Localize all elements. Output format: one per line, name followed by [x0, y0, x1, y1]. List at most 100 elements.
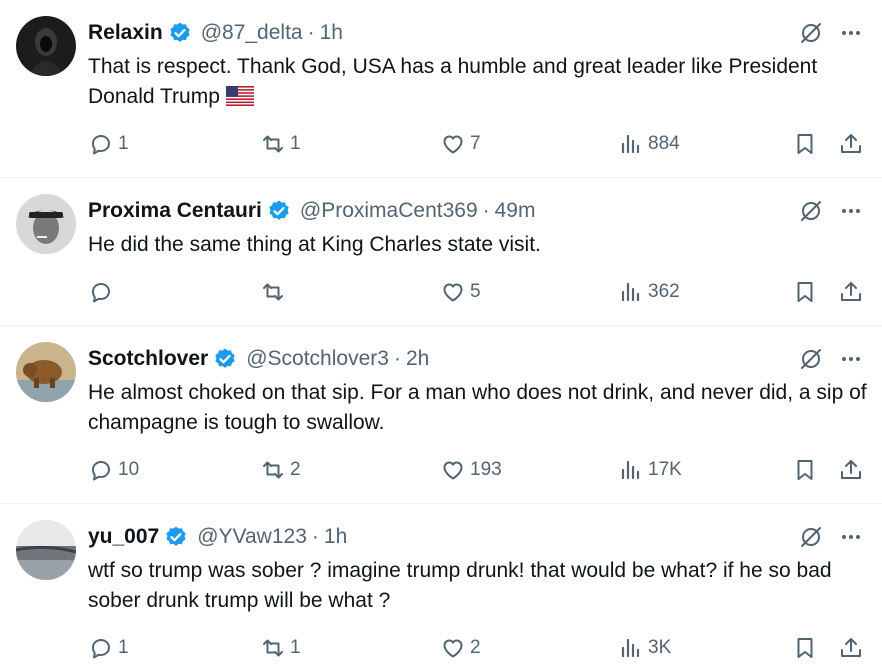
- display-name[interactable]: Proxima Centauri: [88, 199, 262, 223]
- separator-dot: ·: [482, 199, 490, 222]
- like-button[interactable]: 7: [440, 130, 481, 158]
- view-count: 17K: [648, 459, 682, 480]
- user-handle[interactable]: @ProximaCent369: [300, 199, 478, 223]
- reply-button[interactable]: 1: [88, 130, 129, 158]
- tweet-text: wtf so trump was sober ? imagine trump d…: [88, 559, 832, 612]
- retweet-count: 1: [290, 133, 301, 154]
- views-icon: [621, 282, 640, 302]
- tweet-header: yu_007 @YVaw123 · 1h: [88, 523, 347, 551]
- reply-count: 1: [118, 637, 129, 658]
- retweet-button[interactable]: [260, 278, 290, 306]
- tweet[interactable]: Relaxin @87_delta · 1h That is respect. …: [0, 0, 882, 178]
- retweet-button[interactable]: 1: [260, 130, 301, 158]
- more-icon[interactable]: [838, 346, 864, 372]
- avatar[interactable]: [16, 16, 76, 76]
- reply-button[interactable]: 10: [88, 456, 139, 484]
- reply-count: 10: [118, 459, 140, 480]
- retweet-icon: [263, 639, 283, 657]
- more-icon[interactable]: [838, 198, 864, 224]
- retweet-icon: [263, 461, 283, 479]
- grok-icon[interactable]: [798, 198, 824, 224]
- grok-icon[interactable]: [798, 346, 824, 372]
- share-icon[interactable]: [838, 456, 864, 484]
- grok-icon[interactable]: [798, 20, 824, 46]
- grok-icon[interactable]: [798, 524, 824, 550]
- tweet-header: Proxima Centauri @ProximaCent369 · 49m: [88, 197, 535, 225]
- like-button[interactable]: 5: [440, 278, 481, 306]
- more-icon[interactable]: [838, 524, 864, 550]
- view-count: 3K: [648, 637, 672, 658]
- separator-dot: ·: [307, 21, 315, 44]
- tweet-actions: 10 2 193 17K: [88, 456, 868, 484]
- timestamp[interactable]: 1h: [320, 21, 343, 45]
- like-button[interactable]: 193: [440, 456, 502, 484]
- like-icon: [443, 639, 463, 658]
- reply-button[interactable]: 1: [88, 634, 129, 662]
- bookmark-icon[interactable]: [792, 130, 818, 158]
- reply-icon: [92, 283, 110, 303]
- view-count: 884: [648, 133, 680, 154]
- verified-badge-icon: [267, 199, 291, 223]
- view-count: 362: [648, 281, 680, 302]
- share-icon[interactable]: [838, 634, 864, 662]
- separator-dot: ·: [393, 347, 401, 370]
- like-count: 193: [470, 459, 502, 480]
- retweet-count: 1: [290, 637, 301, 658]
- tweet-text: He did the same thing at King Charles st…: [88, 233, 541, 256]
- like-button[interactable]: 2: [440, 634, 481, 662]
- tweet-actions: 1 1 2 3K: [88, 634, 868, 662]
- us-flag-emoji: [225, 85, 254, 106]
- views-icon: [621, 460, 640, 480]
- retweet-button[interactable]: 1: [260, 634, 301, 662]
- more-icon[interactable]: [838, 20, 864, 46]
- avatar[interactable]: [16, 194, 76, 254]
- like-count: 5: [470, 281, 481, 302]
- views-button[interactable]: 362: [618, 278, 680, 306]
- tweet[interactable]: Scotchlover @Scotchlover3 · 2h He almost…: [0, 326, 882, 504]
- like-count: 7: [470, 133, 481, 154]
- timestamp[interactable]: 49m: [495, 199, 536, 223]
- display-name[interactable]: Relaxin: [88, 21, 163, 45]
- tweet-text-content: That is respect. Thank God, USA has a hu…: [88, 55, 818, 108]
- tweet-text: He almost choked on that sip. For a man …: [88, 381, 867, 434]
- like-icon: [443, 461, 463, 480]
- display-name[interactable]: Scotchlover: [88, 347, 208, 371]
- tweet-actions: 5 362: [88, 278, 868, 306]
- reply-icon: [92, 135, 110, 155]
- reply-icon: [92, 461, 110, 481]
- reply-feed: Relaxin @87_delta · 1h That is respect. …: [0, 0, 882, 669]
- views-button[interactable]: 884: [618, 130, 680, 158]
- bookmark-icon[interactable]: [792, 278, 818, 306]
- reply-button[interactable]: [88, 278, 118, 306]
- views-icon: [621, 638, 640, 658]
- tweet-text: That is respect. Thank God, USA has a hu…: [88, 52, 868, 112]
- tweet-header: Scotchlover @Scotchlover3 · 2h: [88, 345, 429, 373]
- user-handle[interactable]: @YVaw123: [197, 525, 307, 549]
- separator-dot: ·: [311, 525, 319, 548]
- views-button[interactable]: 17K: [618, 456, 682, 484]
- verified-badge-icon: [168, 21, 192, 45]
- tweet[interactable]: Proxima Centauri @ProximaCent369 · 49m H…: [0, 178, 882, 326]
- bookmark-icon[interactable]: [792, 634, 818, 662]
- bookmark-icon[interactable]: [792, 456, 818, 484]
- avatar[interactable]: [16, 342, 76, 402]
- reply-count: 1: [118, 133, 129, 154]
- reply-icon: [92, 639, 110, 659]
- share-icon[interactable]: [838, 278, 864, 306]
- share-icon[interactable]: [838, 130, 864, 158]
- verified-badge-icon: [213, 347, 237, 371]
- display-name[interactable]: yu_007: [88, 525, 159, 549]
- retweet-count: 2: [290, 459, 301, 480]
- views-button[interactable]: 3K: [618, 634, 671, 662]
- like-icon: [443, 135, 463, 154]
- timestamp[interactable]: 2h: [406, 347, 429, 371]
- user-handle[interactable]: @Scotchlover3: [246, 347, 389, 371]
- like-icon: [443, 283, 463, 302]
- tweet[interactable]: yu_007 @YVaw123 · 1h wtf so trump was so…: [0, 504, 882, 669]
- like-count: 2: [470, 637, 481, 658]
- tweet-header: Relaxin @87_delta · 1h: [88, 19, 343, 47]
- retweet-button[interactable]: 2: [260, 456, 301, 484]
- user-handle[interactable]: @87_delta: [201, 21, 303, 45]
- timestamp[interactable]: 1h: [324, 525, 347, 549]
- avatar[interactable]: [16, 520, 76, 580]
